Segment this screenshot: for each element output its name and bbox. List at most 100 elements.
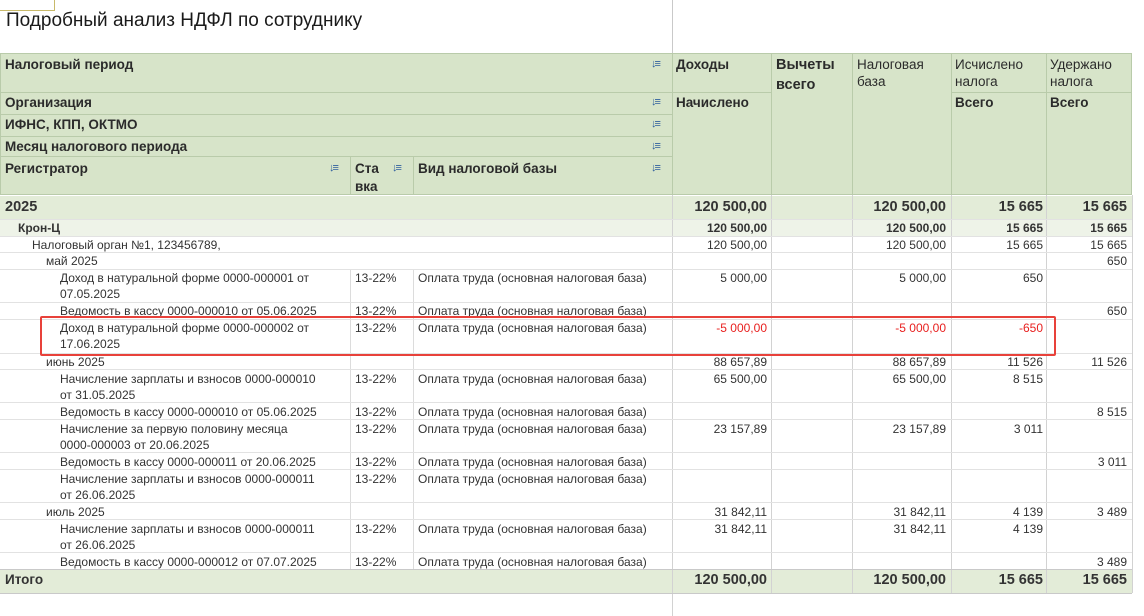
income-value: 65 500,00 xyxy=(713,372,767,386)
grid-line xyxy=(0,502,1132,503)
rate-cell: 13-22% xyxy=(355,405,397,419)
rate-cell: 13-22% xyxy=(355,422,397,436)
registrator-line1[interactable]: Начисление зарплаты и взносов 0000-00001… xyxy=(60,371,316,387)
withheld-value: 3 489 xyxy=(1096,505,1127,519)
header-withheld-total[interactable]: Всего xyxy=(1050,94,1088,111)
header-rate-line1[interactable]: Ста xyxy=(355,160,379,177)
registrator-line2[interactable]: 07.05.2025 xyxy=(60,286,120,302)
header-accrued[interactable]: Начислено xyxy=(676,94,749,111)
registrator-line2[interactable]: от 26.06.2025 xyxy=(60,487,135,503)
header-withheld-line2[interactable]: налога xyxy=(1050,73,1093,90)
rate-cell: 13-22% xyxy=(355,555,397,569)
income-value: 31 842,11 xyxy=(714,505,768,519)
header-divider xyxy=(672,53,673,195)
header-registrator[interactable]: Регистратор xyxy=(5,160,88,177)
withheld-value: 3 011 xyxy=(1097,455,1127,469)
taxbase-value: 31 842,11 xyxy=(893,505,947,519)
rate-cell: 13-22% xyxy=(355,455,397,469)
group-month-label[interactable]: июль 2025 xyxy=(46,504,105,520)
rate-cell: 13-22% xyxy=(355,372,397,386)
registrator-line1[interactable]: Ведомость в кассу 0000-000011 от 20.06.2… xyxy=(60,454,316,470)
grid-line xyxy=(771,195,772,593)
group-organization-label[interactable]: Крон-Ц xyxy=(18,220,60,236)
header-withheld-line1[interactable]: Удержано xyxy=(1050,56,1112,73)
report-title: Подробный анализ НДФЛ по сотруднику xyxy=(6,10,363,31)
calc-total: 15 665 xyxy=(998,572,1043,588)
calc-value: 11 526 xyxy=(1007,355,1043,369)
group-year-label[interactable]: 2025 xyxy=(5,199,37,215)
header-divider xyxy=(673,92,771,93)
group-ifns-label[interactable]: Налоговый орган №1, 123456789, xyxy=(32,237,221,253)
income-value: 31 842,11 xyxy=(714,522,768,536)
title-divider xyxy=(672,0,673,54)
taxbase-value: 120 500,00 xyxy=(885,221,946,235)
registrator-line1[interactable]: Начисление за первую половину месяца xyxy=(60,421,288,437)
registrator-line2[interactable]: от 31.05.2025 xyxy=(60,387,135,403)
sort-descending-icon[interactable]: ↓≡ xyxy=(651,162,661,174)
withheld-value: 15 665 xyxy=(1082,199,1127,215)
registrator-line2[interactable]: 0000-000003 от 20.06.2025 xyxy=(60,437,209,453)
taxbase-value: 5 000,00 xyxy=(899,271,946,285)
header-divider xyxy=(0,136,673,137)
grid-line xyxy=(1132,195,1133,593)
header-calc-line2[interactable]: налога xyxy=(955,73,998,90)
registrator-line2[interactable]: от 26.06.2025 xyxy=(60,537,135,553)
withheld-value: 11 526 xyxy=(1091,355,1127,369)
base-type-cell: Оплата труда (основная налоговая база) xyxy=(418,455,647,469)
header-tax-period[interactable]: Налоговый период xyxy=(5,56,133,73)
registrator-line1[interactable]: Начисление зарплаты и взносов 0000-00001… xyxy=(60,471,315,487)
taxbase-value: 120 500,00 xyxy=(885,238,946,252)
header-divider xyxy=(952,92,1132,93)
group-month-label[interactable]: май 2025 xyxy=(46,253,98,269)
base-type-cell: Оплата труда (основная налоговая база) xyxy=(418,372,647,386)
sort-descending-icon[interactable]: ↓≡ xyxy=(651,58,661,70)
calc-value: 4 139 xyxy=(1012,522,1043,536)
income-value: 120 500,00 xyxy=(694,199,767,215)
sort-descending-icon[interactable]: ↓≡ xyxy=(651,140,661,152)
grid-line xyxy=(0,552,1132,553)
income-value: 88 657,89 xyxy=(713,355,767,369)
sort-descending-icon[interactable]: ↓≡ xyxy=(329,162,339,174)
taxbase-value: 65 500,00 xyxy=(892,372,946,386)
withheld-value: 650 xyxy=(1106,254,1127,268)
income-value: 5 000,00 xyxy=(720,271,767,285)
registrator-line1[interactable]: Начисление зарплаты и взносов 0000-00001… xyxy=(60,521,315,537)
header-calc-line1[interactable]: Исчислено xyxy=(955,56,1023,73)
header-divider xyxy=(350,156,351,195)
group-month-label[interactable]: июнь 2025 xyxy=(46,354,105,370)
registrator-line1[interactable]: Доход в натуральной форме 0000-000001 от xyxy=(60,270,309,286)
header-deductions-line1[interactable]: Вычеты xyxy=(776,57,835,74)
header-divider xyxy=(413,156,414,195)
header-deductions-line2[interactable]: всего xyxy=(776,77,815,94)
taxbase-value: 31 842,11 xyxy=(893,522,947,536)
header-ifns[interactable]: ИФНС, КПП, ОКТМО xyxy=(5,116,137,133)
header-base-type[interactable]: Вид налоговой базы xyxy=(418,160,557,177)
base-type-cell: Оплата труда (основная налоговая база) xyxy=(418,522,647,536)
calc-value: 3 011 xyxy=(1013,422,1043,436)
header-taxbase-line1[interactable]: Налоговая xyxy=(857,56,924,73)
calc-value: 15 665 xyxy=(1006,221,1043,235)
header-divider xyxy=(951,53,952,195)
grid-line xyxy=(0,593,1132,594)
header-income[interactable]: Доходы xyxy=(676,56,729,73)
taxbase-value: 23 157,89 xyxy=(892,422,946,436)
header-calc-total[interactable]: Всего xyxy=(955,94,993,111)
registrator-line1[interactable]: Ведомость в кассу 0000-000010 от 05.06.2… xyxy=(60,404,317,420)
header-rate-line2[interactable]: вка xyxy=(355,178,378,195)
header-taxbase-line2[interactable]: база xyxy=(857,73,885,90)
calc-value: 4 139 xyxy=(1012,505,1043,519)
total-label: Итого xyxy=(5,572,44,587)
income-value: 23 157,89 xyxy=(713,422,767,436)
header-organization[interactable]: Организация xyxy=(5,94,92,111)
withheld-value: 8 515 xyxy=(1096,405,1127,419)
base-type-cell: Оплата труда (основная налоговая база) xyxy=(418,472,647,486)
withheld-value: 15 665 xyxy=(1090,221,1127,235)
registrator-line1[interactable]: Ведомость в кассу 0000-000012 от 07.07.2… xyxy=(60,554,317,570)
sort-descending-icon[interactable]: ↓≡ xyxy=(651,96,661,108)
header-month[interactable]: Месяц налогового периода xyxy=(5,138,187,155)
sort-descending-icon[interactable]: ↓≡ xyxy=(392,162,402,174)
header-divider xyxy=(852,53,853,195)
taxbase-value: 120 500,00 xyxy=(873,199,946,215)
withheld-value: 650 xyxy=(1106,304,1127,318)
sort-descending-icon[interactable]: ↓≡ xyxy=(651,118,661,130)
